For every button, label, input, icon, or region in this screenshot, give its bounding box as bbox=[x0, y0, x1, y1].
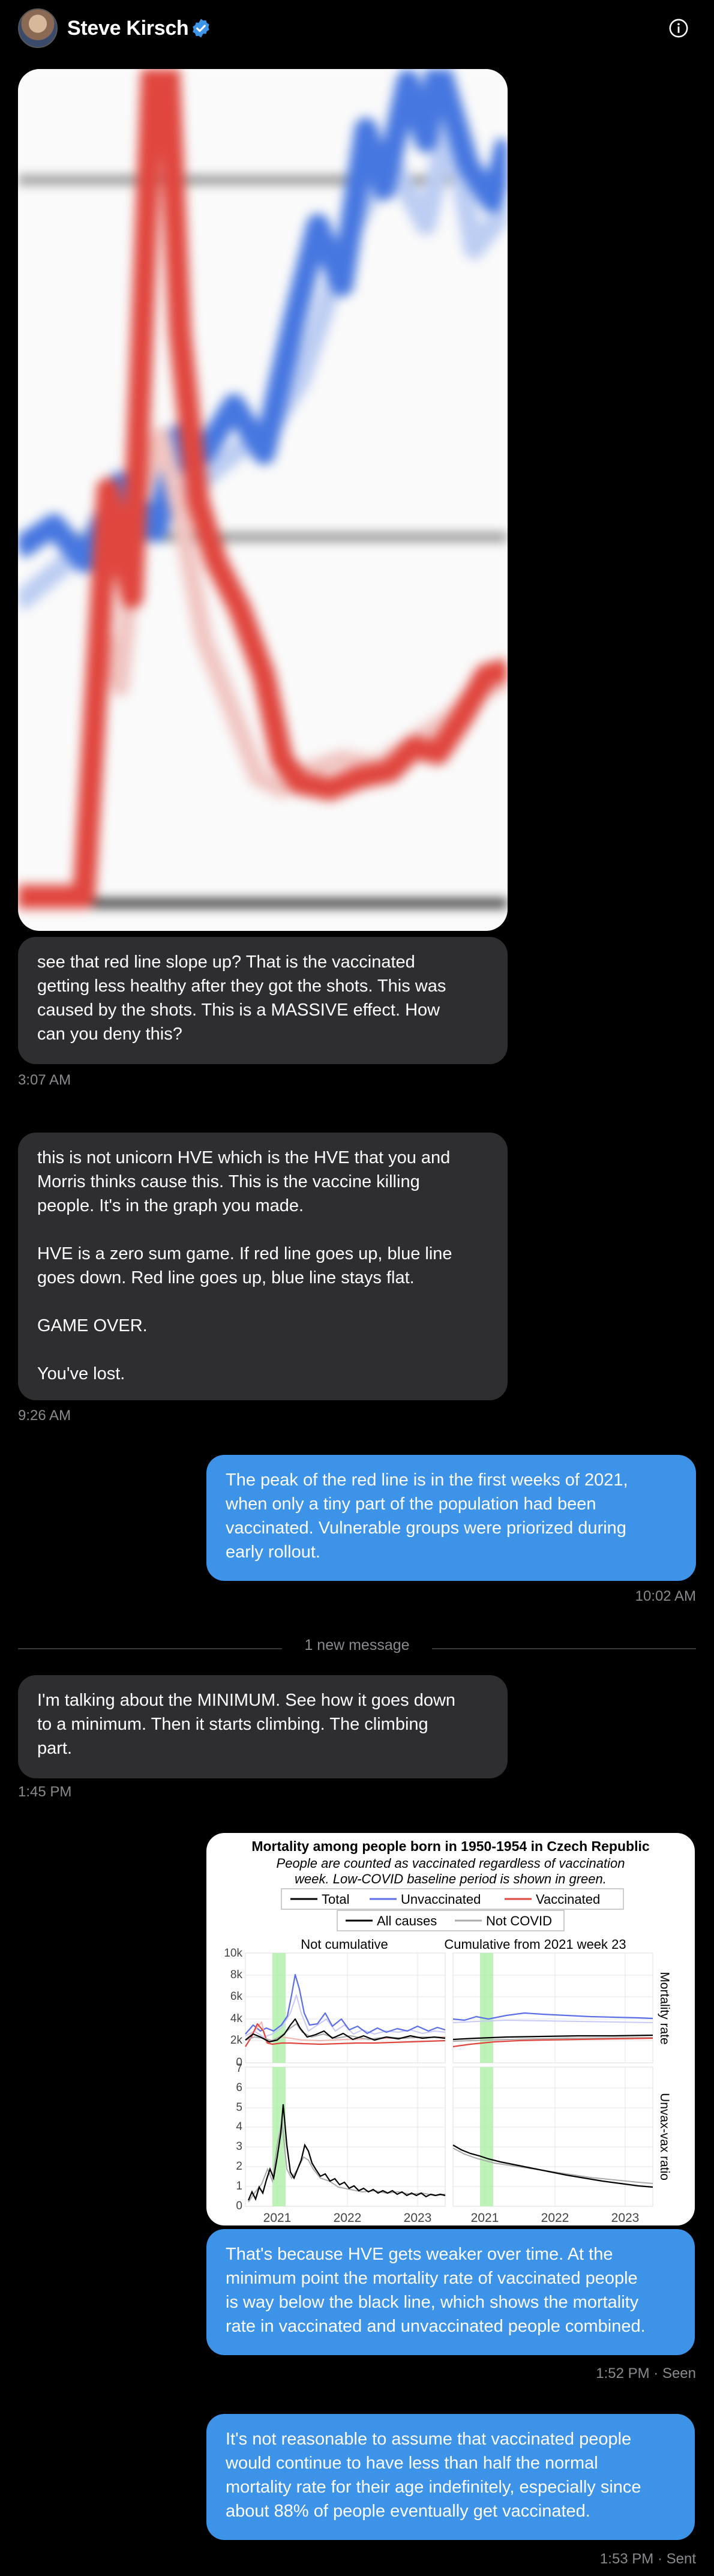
legend-all-causes: All causes bbox=[377, 1913, 437, 1928]
message-text-line: is way below the black line, which shows… bbox=[226, 2293, 639, 2312]
message-text-line: goes down. Red line goes up, blue line s… bbox=[37, 1268, 415, 1287]
y-axis-ticks-top: 10k 8k 6k 4k 2k 0 bbox=[224, 1947, 242, 2069]
timestamp: 9:26 AM bbox=[18, 1407, 71, 1424]
chart-subtitle: week. Low-COVID baseline period is shown… bbox=[295, 1871, 607, 1886]
svg-text:2023: 2023 bbox=[404, 2211, 432, 2225]
svg-text:2k: 2k bbox=[230, 2034, 243, 2047]
message-bubble-outgoing[interactable]: It's not reasonable to assume that vacci… bbox=[206, 2414, 695, 2540]
svg-text:5: 5 bbox=[236, 2101, 242, 2114]
message-text-line: You've lost. bbox=[37, 1364, 125, 1383]
message-bubble-incoming[interactable]: I'm talking about the MINIMUM. See how i… bbox=[18, 1675, 508, 1778]
svg-text:6: 6 bbox=[236, 2081, 242, 2094]
message-text-line: The peak of the red line is in the first… bbox=[226, 1470, 628, 1490]
svg-text:2022: 2022 bbox=[334, 2211, 362, 2225]
svg-text:4k: 4k bbox=[230, 2012, 243, 2025]
conversation-header: Steve Kirsch bbox=[0, 0, 714, 60]
timestamp: 1:52 PM · Seen bbox=[596, 2365, 696, 2382]
svg-text:6k: 6k bbox=[230, 1990, 243, 2003]
image-attachment[interactable] bbox=[18, 69, 508, 931]
y-label-ratio: Unvax-vax ratio bbox=[658, 2093, 671, 2180]
info-icon[interactable] bbox=[668, 18, 689, 38]
chart-subtitle: People are counted as vaccinated regardl… bbox=[277, 1856, 625, 1871]
message-text-line: can you deny this? bbox=[37, 1025, 182, 1044]
svg-text:2: 2 bbox=[236, 2160, 242, 2173]
message-text-line: would continue to have less than half th… bbox=[226, 2454, 598, 2473]
svg-text:2021: 2021 bbox=[263, 2211, 292, 2225]
new-message-label: 1 new message bbox=[304, 1637, 410, 1654]
message-text-line: HVE is a zero sum game. If red line goes… bbox=[37, 1244, 452, 1263]
timestamp: 3:07 AM bbox=[18, 1072, 71, 1088]
message-text-line: getting less healthy after they got the … bbox=[37, 977, 446, 996]
y-axis-ticks-bottom: 7 6 5 4 3 2 1 0 bbox=[236, 2062, 242, 2212]
message-text-line bbox=[37, 1218, 488, 1242]
svg-text:4: 4 bbox=[236, 2120, 242, 2133]
svg-text:2023: 2023 bbox=[611, 2211, 640, 2225]
legend-vaccinated: Vaccinated bbox=[536, 1892, 600, 1907]
svg-text:8k: 8k bbox=[230, 1969, 243, 1981]
contact-name[interactable]: Steve Kirsch bbox=[67, 17, 189, 40]
panel-title-left: Not cumulative bbox=[301, 1937, 388, 1952]
svg-text:1: 1 bbox=[236, 2180, 242, 2192]
chart-title: Mortality among people born in 1950-1954… bbox=[251, 1838, 650, 1854]
legend-not-covid: Not COVID bbox=[486, 1913, 552, 1928]
chart-image-attachment[interactable]: Mortality among people born in 1950-1954… bbox=[206, 1833, 695, 2225]
x-axis-ticks: 2021 2022 2023 2021 2022 2023 bbox=[263, 2211, 640, 2225]
message-text-line: minimum point the mortality rate of vacc… bbox=[226, 2269, 638, 2288]
chart-panels bbox=[245, 1952, 653, 2207]
svg-text:0: 0 bbox=[236, 2200, 242, 2212]
message-text-line: That's because HVE gets weaker over time… bbox=[226, 2245, 613, 2264]
message-text-line: GAME OVER. bbox=[37, 1316, 148, 1335]
svg-text:10k: 10k bbox=[224, 1947, 242, 1960]
chart-legend: Total Unvaccinated Vaccinated All causes… bbox=[281, 1888, 624, 1931]
timestamp: 1:53 PM · Sent bbox=[599, 2551, 696, 2567]
message-text-line: part. bbox=[37, 1739, 73, 1758]
svg-text:7: 7 bbox=[236, 2062, 242, 2075]
message-text-line: vaccinated. Vulnerable groups were prior… bbox=[226, 1518, 626, 1538]
message-text-line: Morris thinks cause this. This is the va… bbox=[37, 1172, 420, 1191]
message-bubble-outgoing[interactable]: That's because HVE gets weaker over time… bbox=[206, 2229, 695, 2355]
message-text-line: when only a tiny part of the population … bbox=[226, 1494, 596, 1514]
message-text-line: early rollout. bbox=[226, 1542, 320, 1562]
message-bubble-incoming[interactable]: this is not unicorn HVE which is the HVE… bbox=[18, 1133, 508, 1400]
message-text-line: I'm talking about the MINIMUM. See how i… bbox=[37, 1691, 456, 1710]
message-bubble-incoming[interactable]: see that red line slope up? That is the … bbox=[18, 937, 508, 1064]
timestamp: 10:02 AM bbox=[635, 1588, 696, 1604]
message-bubble-outgoing[interactable]: The peak of the red line is in the first… bbox=[206, 1455, 696, 1581]
svg-text:3: 3 bbox=[236, 2140, 242, 2153]
message-text-line: this is not unicorn HVE which is the HVE… bbox=[37, 1148, 451, 1167]
message-text-line: to a minimum. Then it starts climbing. T… bbox=[37, 1715, 428, 1734]
message-text-line bbox=[37, 1290, 488, 1314]
avatar[interactable] bbox=[18, 8, 58, 48]
message-text-line: rate in vaccinated and unvaccinated peop… bbox=[226, 2317, 646, 2336]
panel-title-right: Cumulative from 2021 week 23 bbox=[444, 1937, 626, 1952]
timestamp: 1:45 PM bbox=[18, 1784, 72, 1800]
legend-unvaccinated: Unvaccinated bbox=[401, 1892, 481, 1907]
verified-badge-icon bbox=[193, 19, 209, 38]
message-text-line: people. It's in the graph you made. bbox=[37, 1196, 304, 1215]
message-text-line: mortality rate for their age indefinitel… bbox=[226, 2478, 641, 2497]
svg-text:2021: 2021 bbox=[471, 2211, 499, 2225]
message-text-line: about 88% of people eventually get vacci… bbox=[226, 2502, 590, 2521]
y-label-mortality: Mortality rate bbox=[658, 1972, 671, 2044]
message-text-line: see that red line slope up? That is the … bbox=[37, 952, 415, 972]
svg-text:2022: 2022 bbox=[541, 2211, 569, 2225]
message-text-line: caused by the shots. This is a MASSIVE e… bbox=[37, 1001, 440, 1020]
legend-total: Total bbox=[322, 1892, 349, 1907]
message-text-line: It's not reasonable to assume that vacci… bbox=[226, 2430, 632, 2449]
message-text-line bbox=[37, 1338, 488, 1362]
